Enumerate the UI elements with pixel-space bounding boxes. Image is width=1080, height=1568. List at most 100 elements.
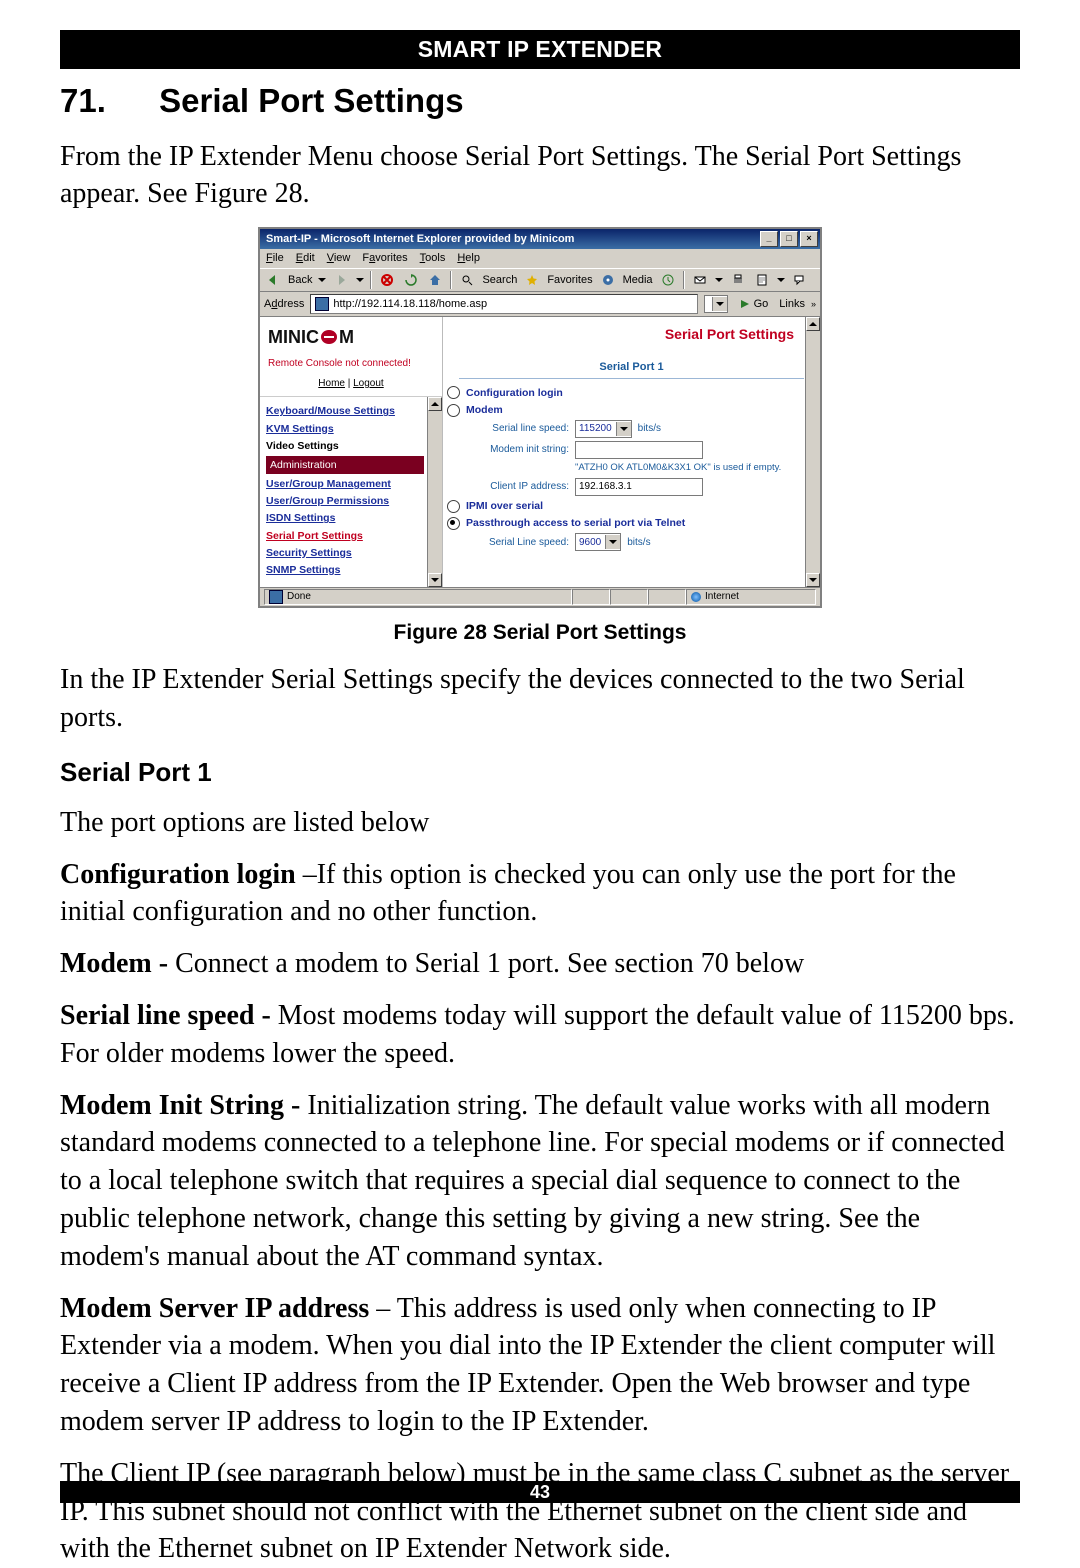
label-client-ip: Client IP address: [473, 480, 569, 494]
search-icon[interactable] [458, 271, 476, 289]
input-modem-init-string[interactable] [575, 441, 703, 459]
menu-favorites[interactable]: Favorites [362, 251, 407, 266]
edit-dropdown-icon[interactable] [777, 278, 785, 282]
menu-edit[interactable]: Edit [296, 251, 315, 266]
maximize-button[interactable]: □ [780, 231, 798, 247]
page-content: MINICM Remote Console not connected! Hom… [260, 317, 820, 587]
globe-icon [691, 592, 701, 602]
address-bar: Address http://192.114.18.118/home.asp G… [260, 292, 820, 317]
favorites-icon[interactable] [523, 271, 541, 289]
mail-icon[interactable] [691, 271, 709, 289]
sp1-intro: The port options are listed below [60, 804, 1020, 842]
nav-user-group-perms[interactable]: User/Group Permissions [266, 494, 442, 508]
stop-button[interactable] [378, 271, 396, 289]
menu-file[interactable]: File [266, 251, 284, 266]
status-bar: Done Internet [260, 587, 820, 606]
scroll-down-icon[interactable] [428, 573, 442, 587]
p-serial-line-speed: Serial line speed - Most modems today wi… [60, 997, 1020, 1073]
radio-ipmi-over-serial[interactable] [447, 500, 460, 513]
sub-heading-serial-port-1: Serial Port 1 [60, 755, 1020, 790]
radio-configuration-login[interactable] [447, 386, 460, 399]
back-label[interactable]: Back [288, 273, 312, 288]
nav-keyboard-mouse[interactable]: Keyboard/Mouse Settings [266, 404, 442, 418]
logout-link[interactable]: Logout [353, 378, 384, 389]
minimize-button[interactable]: _ [760, 231, 778, 247]
modem-init-hint: "ATZH0 OK ATL0M0&K3X1 OK" is used if emp… [575, 462, 804, 475]
menu-bar[interactable]: File Edit View Favorites Tools Help [260, 249, 820, 268]
media-label[interactable]: Media [623, 273, 653, 288]
menu-view[interactable]: View [327, 251, 351, 266]
figure-caption: Figure 28 Serial Port Settings [60, 619, 1020, 647]
links-label[interactable]: Links [779, 297, 805, 312]
select-serial-line-speed-2[interactable]: 9600 [575, 533, 621, 551]
status-done: Done [264, 589, 572, 605]
home-button[interactable] [426, 271, 444, 289]
page-icon-2 [269, 590, 283, 604]
scroll-up-icon-2[interactable] [806, 317, 820, 331]
home-logout: Home | Logout [260, 377, 442, 397]
mail-dropdown-icon[interactable] [715, 278, 723, 282]
nav-security-settings[interactable]: Security Settings [266, 546, 442, 560]
history-icon[interactable] [659, 271, 677, 289]
sidebar: MINICM Remote Console not connected! Hom… [260, 317, 443, 587]
radio-modem[interactable] [447, 404, 460, 417]
nav-serial-port-settings[interactable]: Serial Port Settings [266, 529, 442, 543]
page-number: 43 [60, 1481, 1020, 1503]
nav-snmp-settings[interactable]: SNMP Settings [266, 563, 442, 577]
edit-icon[interactable] [753, 271, 771, 289]
forward-dropdown-icon[interactable] [356, 278, 364, 282]
status-seg-1 [572, 589, 610, 605]
main-panel: Serial Port Settings Serial Port 1 Confi… [443, 317, 820, 587]
p-modem: Modem - Connect a modem to Serial 1 port… [60, 945, 1020, 983]
favorites-label[interactable]: Favorites [547, 273, 592, 288]
media-icon[interactable] [599, 271, 617, 289]
select-serial-line-speed[interactable]: 115200 [575, 420, 632, 438]
label-modem: Modem [466, 403, 503, 417]
home-link[interactable]: Home [318, 378, 345, 389]
bits-label: bits/s [638, 422, 661, 436]
after-figure-paragraph: In the IP Extender Serial Settings speci… [60, 661, 1020, 737]
page-footer: 43 [60, 1481, 1020, 1503]
main-scrollbar[interactable] [805, 317, 820, 587]
back-dropdown-icon[interactable] [318, 278, 326, 282]
brand-logo: MINICM [260, 317, 442, 353]
address-text: http://192.114.18.118/home.asp [333, 297, 487, 312]
address-dropdown-icon[interactable] [704, 295, 728, 313]
nav-administration[interactable]: Administration [266, 456, 424, 474]
input-client-ip[interactable]: 192.168.3.1 [575, 478, 703, 496]
nav-kvm-settings[interactable]: KVM Settings [266, 422, 442, 436]
intro-paragraph: From the IP Extender Menu choose Serial … [60, 138, 1020, 214]
page-title: Serial Port Settings [443, 317, 820, 360]
address-input[interactable]: http://192.114.18.118/home.asp [310, 294, 697, 314]
search-label[interactable]: Search [482, 273, 517, 288]
nav-video-settings[interactable]: Video Settings [266, 439, 442, 453]
nav-user-group-mgmt[interactable]: User/Group Management [266, 477, 442, 491]
back-button[interactable] [264, 271, 282, 289]
menu-help[interactable]: Help [457, 251, 480, 266]
p-client-ip: The Client IP (see paragraph below) must… [60, 1455, 1020, 1568]
status-zone: Internet [686, 589, 816, 605]
scroll-down-icon-2[interactable] [806, 573, 820, 587]
nav-isdn-settings[interactable]: ISDN Settings [266, 511, 442, 525]
menu-tools[interactable]: Tools [420, 251, 446, 266]
forward-button[interactable] [332, 271, 350, 289]
scroll-up-icon[interactable] [428, 397, 442, 411]
p-configuration-login: Configuration login –If this option is c… [60, 856, 1020, 932]
window-titlebar: Smart-IP - Microsoft Internet Explorer p… [260, 229, 820, 249]
remote-console-status: Remote Console not connected! [260, 353, 442, 377]
brand-oval-icon [321, 330, 337, 344]
options: Configuration login Modem Serial line sp… [443, 381, 820, 552]
label-serial-line-speed: Serial line speed: [473, 422, 569, 436]
radio-passthrough-telnet[interactable] [447, 517, 460, 530]
print-icon[interactable] [729, 271, 747, 289]
page-banner: SMART IP EXTENDER [60, 30, 1020, 69]
go-button[interactable]: Go [734, 295, 774, 314]
discuss-icon[interactable] [791, 271, 809, 289]
refresh-button[interactable] [402, 271, 420, 289]
toolbar-separator-2 [450, 271, 452, 289]
sidebar-scrollbar[interactable] [427, 397, 442, 587]
label-ipmi-over-serial: IPMI over serial [466, 499, 543, 513]
close-button[interactable]: × [800, 231, 818, 247]
chevron-down-icon [616, 422, 631, 436]
section-title-text: Serial Port Settings [159, 82, 463, 119]
